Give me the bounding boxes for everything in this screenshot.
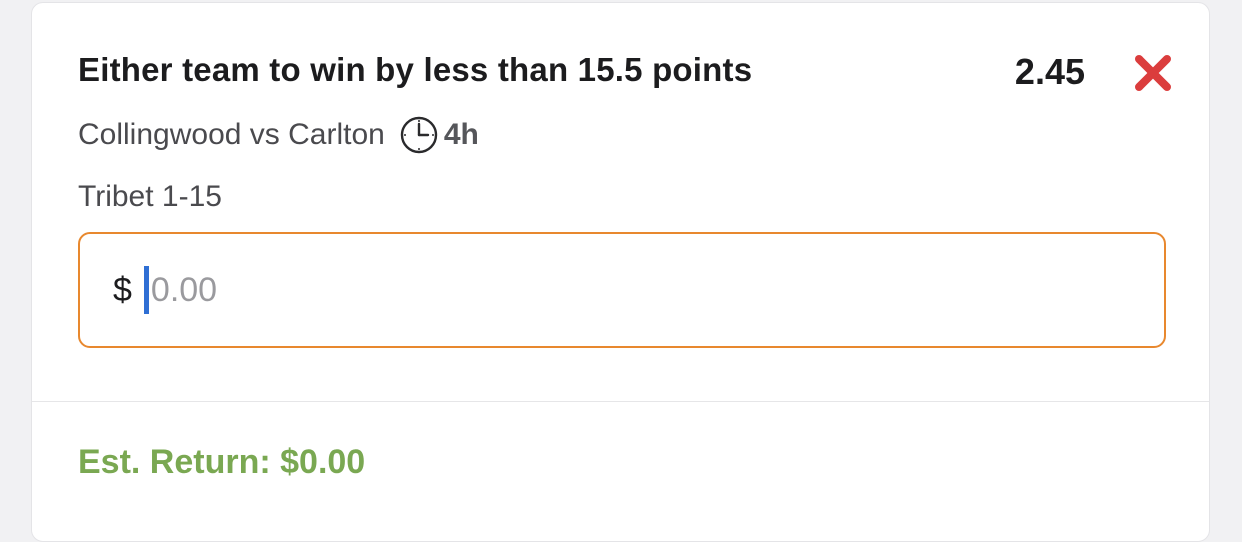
currency-symbol: $ <box>113 270 132 309</box>
remove-bet-button[interactable] <box>1133 53 1173 93</box>
match-name: Collingwood vs Carlton <box>78 118 385 151</box>
close-x-icon <box>1135 55 1171 91</box>
market-name: Tribet 1-15 <box>78 180 222 213</box>
clock-icon <box>399 115 439 155</box>
stake-input[interactable] <box>150 270 1051 310</box>
stake-field[interactable]: $ <box>78 232 1166 348</box>
selection-title: Either team to win by less than 15.5 poi… <box>78 51 753 88</box>
time-to-start: 4h <box>443 118 479 151</box>
divider <box>32 401 1209 402</box>
odds-value: 2.45 <box>1014 51 1085 92</box>
text-cursor <box>143 266 149 314</box>
match-info: Collingwood vs Carlton 4h <box>78 115 479 155</box>
estimated-return: Est. Return: $0.00 <box>78 443 366 481</box>
bet-slip-card: Either team to win by less than 15.5 poi… <box>31 2 1210 542</box>
